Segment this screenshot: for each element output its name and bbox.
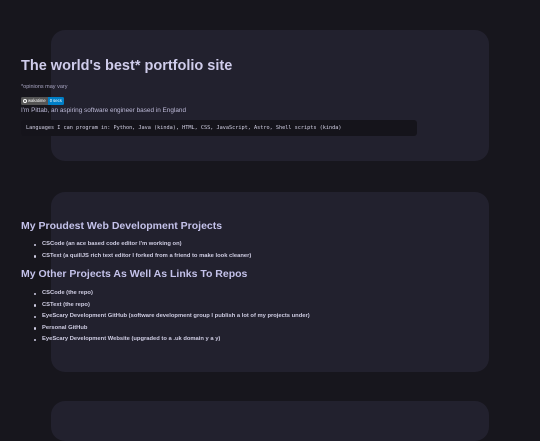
repo-link-cscode[interactable]: CSCode (the repo): [33, 288, 310, 300]
badge-label: wakatime: [21, 97, 48, 105]
badge-value: 0 secs: [47, 97, 64, 105]
disclaimer-text: *opinions may vary: [21, 84, 68, 90]
badge-label-text: wakatime: [28, 98, 46, 103]
intro-text: I'm Pittab, an aspiring software enginee…: [21, 107, 186, 114]
other-projects-heading: My Other Projects As Well As Links To Re…: [21, 268, 248, 280]
repo-link-cstext[interactable]: CSText (the repo): [33, 300, 310, 312]
languages-code-block: Languages I can program in: Python, Java…: [21, 120, 417, 136]
project-link-cstext[interactable]: CSText (a quillJS rich text editor I for…: [33, 251, 251, 263]
proudest-projects-heading: My Proudest Web Development Projects: [21, 220, 223, 232]
project-link-cscode[interactable]: CSCode (an ace based code editor I'm wor…: [33, 239, 251, 251]
next-card: [51, 401, 489, 441]
wakatime-badge[interactable]: wakatime 0 secs: [21, 97, 64, 105]
link-personal-github[interactable]: Personal GitHub: [33, 323, 310, 335]
link-eyescary-website[interactable]: EyeScary Development Website (upgraded t…: [33, 334, 310, 346]
proudest-projects-list: CSCode (an ace based code editor I'm wor…: [33, 239, 251, 262]
hero-card: [51, 30, 489, 161]
wakatime-icon: [22, 98, 27, 104]
link-eyescary-github[interactable]: EyeScary Development GitHub (software de…: [33, 311, 310, 323]
other-projects-list: CSCode (the repo) CSText (the repo) EyeS…: [33, 288, 310, 346]
page-title: The world's best* portfolio site: [21, 58, 233, 74]
